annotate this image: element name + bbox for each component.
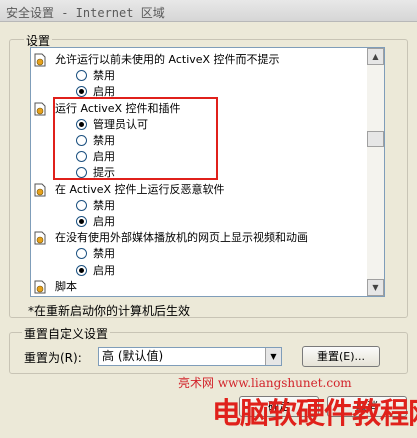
security-level-select[interactable]: 高 (默认值) ▼ [98, 347, 282, 366]
reset-group-label: 重置自定义设置 [22, 325, 111, 342]
settings-category-icon [34, 280, 46, 294]
setting-label: 启用 [93, 215, 115, 228]
setting-label: 禁用 [93, 247, 115, 261]
settings-category-icon [34, 102, 46, 116]
list-scrollbar[interactable]: ▲ ▼ [367, 48, 384, 296]
setting-category: 脚本 [55, 279, 77, 294]
setting-label: 在 ActiveX 控件上运行反恶意软件 [55, 182, 225, 196]
setting-option[interactable]: 禁用 [93, 198, 115, 213]
title-bar: 安全设置 - Internet 区域 [0, 0, 417, 22]
scroll-up-button[interactable]: ▲ [367, 48, 384, 65]
setting-label: 在没有使用外部媒体播放机的网页上显示视频和动画 [55, 231, 308, 245]
setting-label: 禁用 [93, 198, 115, 212]
setting-label: 启用 [93, 263, 115, 277]
radio-button[interactable] [76, 248, 87, 260]
window-title: 安全设置 - Internet 区域 [6, 6, 165, 20]
setting-option[interactable]: 启用 [93, 214, 115, 229]
radio-button[interactable] [76, 264, 87, 276]
scroll-down-button[interactable]: ▼ [367, 279, 384, 296]
settings-category-icon [34, 231, 46, 245]
reset-to-label: 重置为(R): [24, 351, 82, 365]
setting-category: 允许运行以前未使用的 ActiveX 控件而不提示 [55, 52, 280, 67]
selected-level: 高 (默认值) [102, 349, 164, 363]
setting-label: 禁用 [93, 69, 115, 83]
radio-button[interactable] [76, 70, 87, 82]
radio-button[interactable] [76, 199, 87, 211]
setting-option[interactable]: 禁用 [93, 246, 115, 261]
radio-button[interactable] [76, 216, 87, 227]
setting-category: 在 ActiveX 控件上运行反恶意软件 [55, 182, 225, 197]
reset-button[interactable]: 重置(E)... [302, 346, 380, 367]
settings-category-icon [34, 53, 46, 67]
watermark-site: 亮术网 www.liangshunet.com [178, 376, 352, 390]
setting-option[interactable]: 启用 [93, 263, 115, 278]
restart-note: *在重新启动你的计算机后生效 [28, 304, 191, 318]
setting-label: 脚本 [55, 279, 77, 293]
radio-button[interactable] [76, 86, 87, 98]
watermark-brand: 电脑软硬件教程网 [212, 396, 417, 430]
chevron-down-icon[interactable]: ▼ [265, 348, 281, 365]
scroll-thumb[interactable] [367, 131, 384, 147]
setting-category: 在没有使用外部媒体播放机的网页上显示视频和动画 [55, 230, 308, 245]
highlight-annotation-box [53, 97, 218, 180]
setting-label: 允许运行以前未使用的 ActiveX 控件而不提示 [55, 53, 280, 66]
setting-option[interactable]: 禁用 [93, 68, 115, 83]
settings-category-icon [34, 183, 46, 197]
